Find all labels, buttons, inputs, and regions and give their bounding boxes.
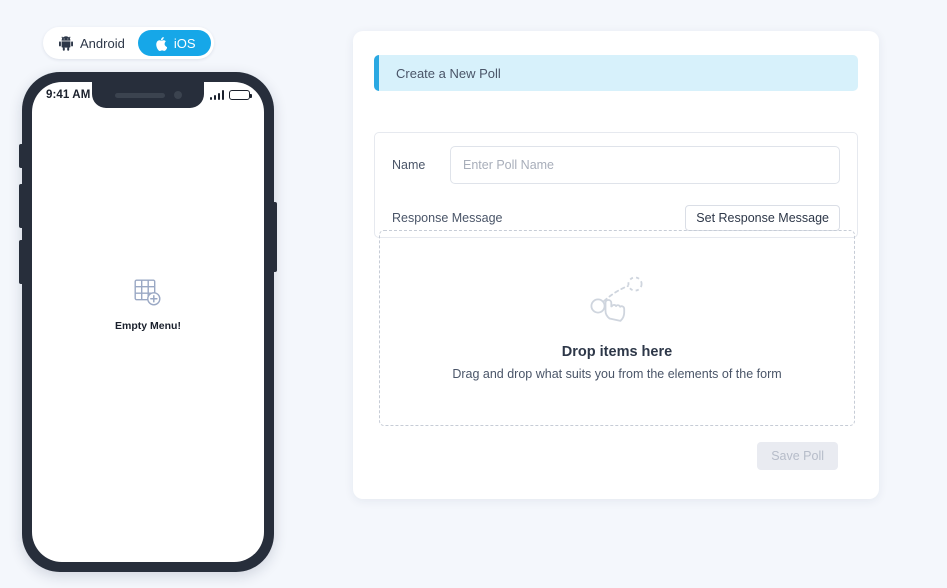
form-elements-dropzone[interactable]: Drop items here Drag and drop what suits…: [379, 230, 855, 426]
create-poll-card: Create a New Poll Name Response Message …: [353, 31, 879, 499]
grid-add-icon: [133, 278, 163, 313]
phone-volume-down-button[interactable]: [19, 240, 23, 284]
phone-screen: 9:41 AM Empty Menu!: [32, 82, 264, 562]
phone-front-camera: [173, 91, 182, 99]
empty-menu-state: Empty Menu!: [32, 278, 264, 332]
status-bar-icons: [209, 89, 253, 101]
empty-menu-label: Empty Menu!: [115, 320, 181, 332]
toggle-option-android[interactable]: Android: [46, 30, 138, 56]
battery-icon: [229, 89, 253, 101]
toggle-option-android-label: Android: [80, 35, 125, 51]
poll-name-row: Name: [375, 133, 857, 197]
phone-silent-switch[interactable]: [19, 144, 23, 168]
phone-speaker: [114, 92, 165, 98]
poll-name-input[interactable]: [450, 146, 840, 184]
phone-notch: [92, 82, 204, 108]
android-icon: [59, 35, 73, 51]
dropzone-subtitle: Drag and drop what suits you from the el…: [452, 367, 782, 381]
toggle-option-ios[interactable]: iOS: [137, 30, 212, 56]
apple-icon: [154, 36, 167, 51]
poll-name-label: Name: [392, 158, 426, 172]
dropzone-title: Drop items here: [561, 344, 673, 360]
save-poll-button[interactable]: Save Poll: [757, 442, 838, 470]
response-message-label: Response Message: [392, 211, 503, 225]
signal-bars-icon: [209, 90, 224, 100]
set-response-message-button[interactable]: Set Response Message: [685, 205, 840, 231]
phone-frame: 9:41 AM Empty Menu!: [19, 72, 277, 572]
poll-form-section: Name Response Message Set Response Messa…: [374, 132, 858, 238]
card-banner: Create a New Poll: [374, 55, 858, 91]
phone-power-button[interactable]: [273, 202, 277, 272]
phone-volume-up-button[interactable]: [19, 184, 23, 228]
card-banner-title: Create a New Poll: [396, 65, 501, 81]
toggle-option-ios-label: iOS: [173, 35, 196, 51]
platform-toggle[interactable]: Android iOS: [43, 27, 215, 59]
phone-preview-panel: Android iOS 9:41 AM Empty Menu!: [0, 0, 300, 588]
drag-drop-hand-icon: [586, 275, 648, 332]
status-bar-time: 9:41 AM: [46, 89, 91, 101]
